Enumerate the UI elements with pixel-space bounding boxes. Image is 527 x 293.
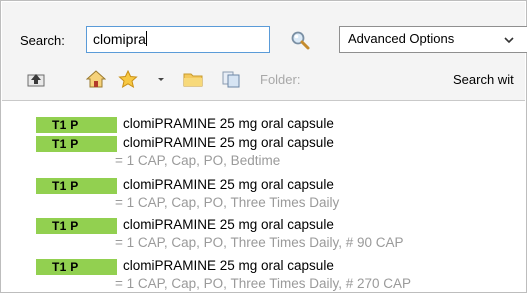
order-sentence-text: = 1 CAP, Cap, PO, Bedtime (115, 153, 281, 168)
folder-icon[interactable] (182, 70, 204, 88)
search-label: Search: (20, 33, 65, 48)
order-sentence[interactable]: = 1 CAP, Cap, PO, Three Times Daily, # 9… (1, 235, 526, 254)
status-badge: T1 P (36, 136, 117, 152)
order-name: clomiPRAMINE 25 mg oral capsule (123, 258, 334, 273)
list-item[interactable]: T1 P clomiPRAMINE 25 mg oral capsule (1, 177, 526, 196)
search-within-label[interactable]: Search wit (453, 72, 514, 87)
advanced-options-label: Advanced Options (348, 31, 455, 46)
order-sentence[interactable]: = 1 CAP, Cap, PO, Three Times Daily (1, 195, 526, 214)
status-badge: T1 P (36, 259, 117, 275)
order-name: clomiPRAMINE 25 mg oral capsule (123, 217, 334, 232)
list-item[interactable]: T1 P clomiPRAMINE 25 mg oral capsule (1, 116, 526, 135)
order-name: clomiPRAMINE 25 mg oral capsule (123, 177, 334, 192)
home-icon[interactable] (86, 70, 106, 88)
dropdown-arrow-icon[interactable] (156, 70, 166, 88)
order-name: clomiPRAMINE 25 mg oral capsule (123, 135, 334, 150)
search-panel: Search: clomipra Advanced Options Folder… (2, 2, 527, 100)
search-input[interactable]: clomipra (86, 26, 270, 53)
list-item[interactable]: T1 P clomiPRAMINE 25 mg oral capsule (1, 135, 526, 154)
search-input-value: clomipra (93, 31, 146, 47)
status-badge: T1 P (36, 117, 117, 133)
list-item[interactable]: T1 P clomiPRAMINE 25 mg oral capsule (1, 258, 526, 277)
folder-label: Folder: (260, 72, 301, 87)
order-search-window: Search: clomipra Advanced Options Folder… (0, 0, 527, 293)
up-folder-icon[interactable] (26, 70, 46, 88)
order-sentence-text: = 1 CAP, Cap, PO, Three Times Daily (115, 195, 340, 210)
copy-icon[interactable] (220, 70, 242, 88)
favorite-star-icon[interactable] (117, 70, 139, 88)
list-item[interactable]: T1 P clomiPRAMINE 25 mg oral capsule (1, 217, 526, 236)
advanced-options-dropdown[interactable]: Advanced Options (339, 26, 527, 53)
status-badge: T1 P (36, 218, 117, 234)
order-sentence-text: = 1 CAP, Cap, PO, Three Times Daily, # 9… (115, 235, 404, 250)
order-sentence[interactable]: = 1 CAP, Cap, PO, Three Times Daily, # 2… (1, 276, 526, 292)
status-badge: T1 P (36, 178, 117, 194)
magnifier-icon[interactable] (289, 29, 311, 51)
order-sentence[interactable]: = 1 CAP, Cap, PO, Bedtime (1, 153, 526, 172)
chevron-down-icon (504, 37, 514, 44)
text-caret (145, 31, 147, 46)
order-sentence-text: = 1 CAP, Cap, PO, Three Times Daily, # 2… (115, 276, 412, 291)
order-name: clomiPRAMINE 25 mg oral capsule (123, 116, 334, 131)
results-list: T1 P clomiPRAMINE 25 mg oral capsule T1 … (1, 101, 526, 292)
